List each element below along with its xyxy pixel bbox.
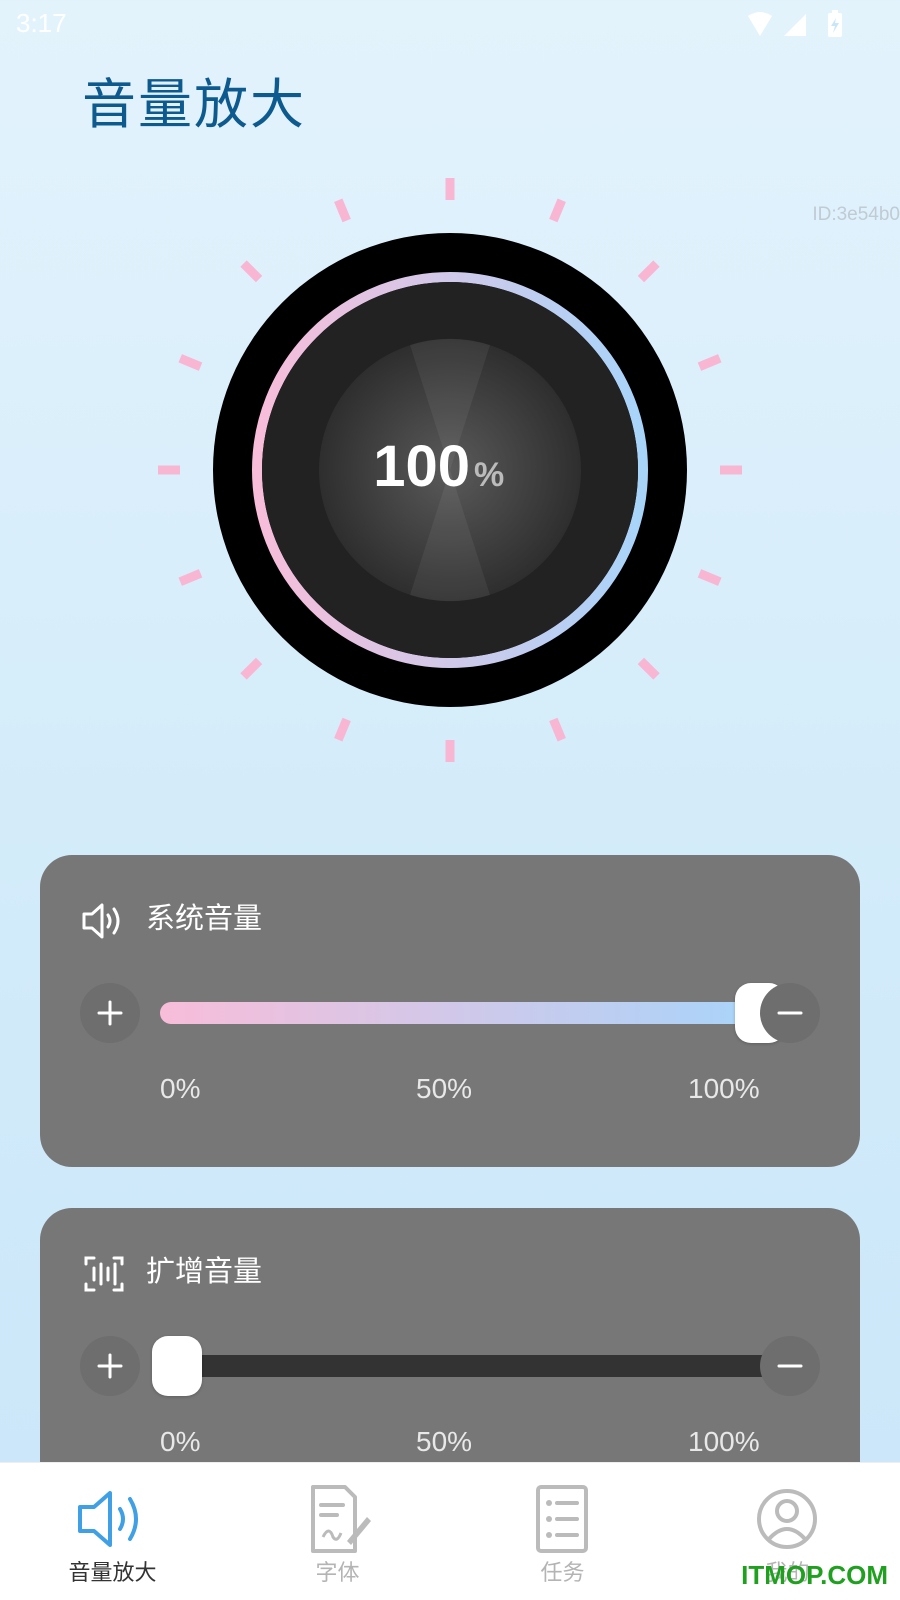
status-time: 3:17 [16, 8, 67, 38]
document-pen-icon [311, 1485, 371, 1553]
nav-label-font: 字体 [315, 1561, 360, 1586]
boost-tick-50: 50% [416, 1426, 473, 1457]
dial-tick-mark [549, 717, 566, 742]
dial-tick-mark [334, 198, 351, 223]
system-volume-minus-button[interactable] [760, 983, 820, 1043]
page-title: 音量放大 [82, 73, 306, 136]
boost-volume-minus-button[interactable] [760, 1336, 820, 1396]
plus-icon [97, 1353, 123, 1379]
volume-dial[interactable]: 100 % [140, 160, 760, 780]
system-tick-0: 0% [160, 1073, 201, 1104]
device-id-text: ID:3e54b0 [812, 204, 900, 225]
system-volume-title: 系统音量 [146, 901, 263, 935]
dial-tick-mark [697, 569, 722, 586]
watermark-logo: ITMOP.COM [741, 1560, 888, 1590]
boost-tick-0: 0% [160, 1426, 201, 1457]
audio-wave-icon [84, 1256, 124, 1292]
dial-tick-mark [697, 354, 722, 371]
dial-tick-mark [178, 569, 203, 586]
system-tick-50: 50% [416, 1073, 473, 1104]
nav-label-tasks: 任务 [540, 1561, 585, 1586]
dial-tick-mark [240, 657, 263, 680]
dial-unit: % [474, 456, 504, 494]
status-icons [748, 10, 842, 37]
system-volume-slider-track[interactable] [160, 1002, 760, 1024]
nav-item-font[interactable]: 字体 [225, 1463, 450, 1600]
signal-icon [784, 14, 806, 36]
plus-icon [97, 1000, 123, 1026]
dial-tick-mark [637, 260, 660, 283]
boost-volume-slider-track[interactable] [160, 1355, 780, 1377]
system-tick-100: 100% [688, 1073, 760, 1104]
wifi-icon [748, 12, 772, 36]
profile-icon [757, 1489, 817, 1549]
nav-label-volume-boost: 音量放大 [68, 1561, 157, 1586]
nav-item-volume-boost[interactable]: 音量放大 [0, 1463, 225, 1600]
boost-volume-title: 扩增音量 [146, 1254, 263, 1288]
dial-tick-mark [240, 260, 263, 283]
status-bar: 3:17 [0, 0, 900, 48]
dial-tick-mark [637, 657, 660, 680]
speaker-icon [78, 1491, 138, 1547]
minus-icon [777, 1011, 803, 1015]
dial-tick-mark [549, 198, 566, 223]
dial-value: 100 [373, 434, 470, 499]
minus-icon [777, 1364, 803, 1368]
dial-tick-mark [178, 354, 203, 371]
nav-item-tasks[interactable]: 任务 [450, 1463, 675, 1600]
boost-volume-slider-thumb[interactable] [152, 1336, 202, 1396]
task-list-icon [536, 1485, 588, 1553]
dial-tick-mark [334, 717, 351, 742]
system-volume-plus-button[interactable] [80, 983, 140, 1043]
speaker-icon [82, 903, 120, 939]
system-volume-card: 系统音量 0% 50% 100% [40, 855, 860, 1167]
boost-volume-plus-button[interactable] [80, 1336, 140, 1396]
boost-tick-100: 100% [688, 1426, 760, 1457]
